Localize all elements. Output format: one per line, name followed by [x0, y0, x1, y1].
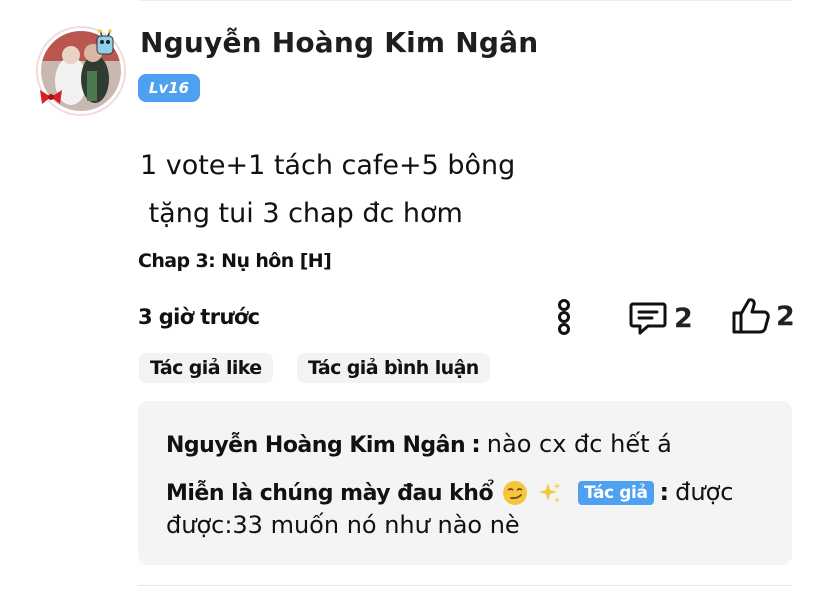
author-reply-tag: Tác giả bình luận: [297, 353, 490, 383]
author-name[interactable]: Nguyễn Hoàng Kim Ngân: [140, 26, 538, 59]
reply-text: được: [675, 478, 734, 506]
thumbs-up-icon: [732, 298, 770, 334]
reply-text: nào cx đc hết á: [486, 430, 672, 458]
reply-author[interactable]: Miễn là chúng mày đau khổ: [166, 481, 494, 506]
mascot-decoration-icon: [96, 29, 114, 55]
smirk-emoji-icon: [502, 481, 527, 505]
level-badge: Lv16: [138, 74, 200, 102]
bow-decoration-icon: [40, 90, 62, 104]
reply-item[interactable]: Miễn là chúng mày đau khổ Tác giả: được: [166, 478, 733, 507]
reply-text-continued: được:33 muốn nó như nào nè: [166, 511, 520, 539]
reply-count: 2: [674, 302, 693, 334]
reply-button[interactable]: 2: [628, 298, 693, 338]
reply-separator: :: [659, 478, 670, 506]
comment-time: 3 giờ trước: [138, 305, 260, 329]
chapter-link[interactable]: Chap 3: Nụ hôn [H]: [138, 250, 332, 272]
reply-author[interactable]: Nguyễn Hoàng Kim Ngân: [166, 433, 466, 458]
top-divider: [138, 0, 792, 1]
reply-item[interactable]: Nguyễn Hoàng Kim Ngân: nào cx đc hết á: [166, 430, 672, 458]
sparkles-emoji-icon: [539, 482, 562, 503]
author-like-tag: Tác giả like: [139, 353, 273, 383]
comment-content: 1 vote+1 tách cafe+5 bông tặng tui 3 cha…: [140, 150, 516, 229]
comment-icon: [629, 302, 667, 335]
like-count: 2: [776, 300, 795, 332]
author-badge: Tác giả: [578, 481, 654, 505]
bottom-divider: [138, 585, 792, 586]
more-vertical-icon[interactable]: [555, 298, 573, 336]
like-button[interactable]: 2: [730, 296, 795, 336]
reply-separator: :: [471, 430, 481, 458]
